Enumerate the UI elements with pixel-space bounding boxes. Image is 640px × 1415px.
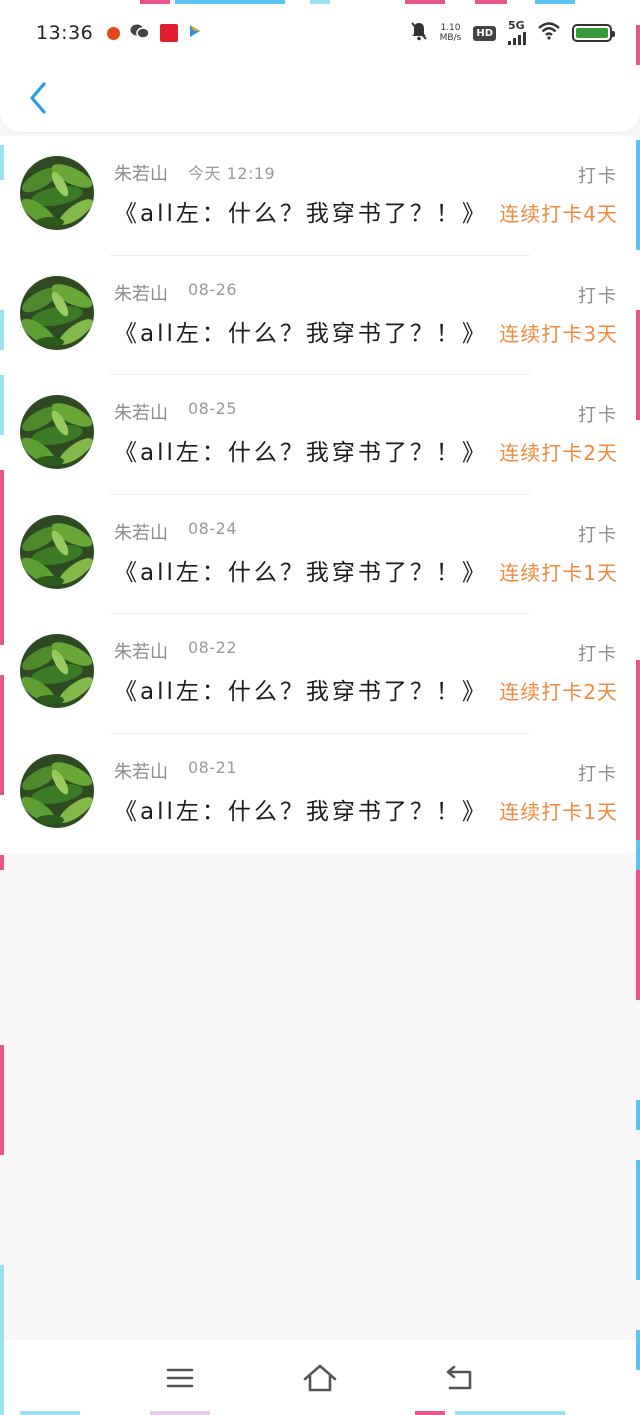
item-type: 打卡 [578, 166, 618, 187]
system-nav-bar [0, 1340, 640, 1415]
item-meta: 朱若山 08-21 [114, 758, 237, 784]
book-title[interactable]: 《all左：什么？我穿书了？！》 [114, 314, 488, 348]
avatar[interactable] [20, 634, 94, 708]
home-button[interactable] [290, 1348, 350, 1408]
app-icon [160, 24, 179, 42]
streak-label: 连续打卡2天 [499, 680, 618, 704]
wechat-icon [130, 23, 151, 43]
battery-icon [572, 24, 615, 42]
post-date: 08-24 [188, 518, 237, 538]
item-type: 打卡 [578, 285, 618, 307]
net-speed: 1.10 MB/s [440, 23, 462, 43]
item-type: 打卡 [578, 524, 618, 546]
user-name[interactable]: 朱若山 [114, 280, 168, 306]
item-type: 打卡 [578, 763, 618, 785]
checkin-list: 朱若山 今天 12:19 《all左：什么？我穿书了？！》 打卡 连续打卡4天 … [0, 136, 640, 853]
avatar[interactable] [20, 395, 94, 469]
item-meta: 朱若山 08-24 [114, 519, 237, 545]
home-icon [303, 1364, 337, 1391]
clock: 13:36 [36, 22, 94, 44]
mute-bell-icon [410, 21, 428, 45]
signal-bars-icon [508, 31, 526, 45]
avatar[interactable] [20, 156, 94, 230]
book-title[interactable]: 《all左：什么？我穿书了？！》 [114, 194, 488, 228]
status-bar: 13:36 1.10 MB/s HD 5G [0, 0, 640, 66]
book-title[interactable]: 《all左：什么？我穿书了？！》 [114, 672, 488, 706]
book-title[interactable]: 《all左：什么？我穿书了？！》 [114, 792, 488, 826]
list-item[interactable]: 朱若山 今天 12:19 《all左：什么？我穿书了？！》 打卡 连续打卡4天 [0, 136, 640, 256]
list-item[interactable]: 朱若山 08-22 《all左：什么？我穿书了？！》 打卡 连续打卡2天 [0, 614, 640, 734]
item-type: 打卡 [578, 405, 618, 426]
status-bar-right: 1.10 MB/s HD 5G [410, 19, 615, 45]
post-date: 08-22 [188, 638, 237, 657]
avatar[interactable] [20, 753, 94, 828]
post-date: 今天 12:19 [188, 164, 276, 183]
user-name[interactable]: 朱若山 [114, 638, 168, 664]
avatar[interactable] [20, 514, 94, 589]
book-title[interactable]: 《all左：什么？我穿书了？！》 [114, 553, 488, 587]
streak-label: 连续打卡3天 [499, 321, 618, 346]
status-bar-left: 13:36 [36, 22, 202, 44]
wifi-icon [538, 22, 560, 44]
avatar[interactable] [20, 275, 94, 350]
chevron-left-icon [30, 82, 46, 114]
user-name[interactable]: 朱若山 [114, 519, 168, 545]
list-item[interactable]: 朱若山 08-26 《all左：什么？我穿书了？！》 打卡 连续打卡3天 [0, 256, 640, 376]
list-item[interactable]: 朱若山 08-21 《all左：什么？我穿书了？！》 打卡 连续打卡1天 [0, 734, 640, 854]
signal-label: 5G [508, 19, 525, 32]
top-app-bar [0, 66, 640, 132]
post-date: 08-26 [188, 279, 237, 299]
user-name[interactable]: 朱若山 [114, 758, 168, 784]
streak-label: 连续打卡1天 [499, 799, 618, 824]
back-button[interactable] [18, 76, 58, 120]
weather-icon [107, 26, 121, 40]
app-icon-2 [188, 23, 202, 43]
item-type: 打卡 [578, 644, 618, 665]
item-meta: 朱若山 08-25 [114, 399, 237, 425]
user-name[interactable]: 朱若山 [114, 399, 168, 425]
item-meta: 朱若山 今天 12:19 [114, 160, 275, 186]
list-item[interactable]: 朱若山 08-25 《all左：什么？我穿书了？！》 打卡 连续打卡2天 [0, 375, 640, 495]
post-date: 08-25 [188, 399, 237, 418]
book-title[interactable]: 《all左：什么？我穿书了？！》 [114, 433, 488, 467]
streak-label: 连续打卡2天 [499, 441, 618, 465]
item-meta: 朱若山 08-22 [114, 638, 237, 664]
post-date: 08-21 [188, 757, 237, 777]
list-item[interactable]: 朱若山 08-24 《all左：什么？我穿书了？！》 打卡 连续打卡1天 [0, 495, 640, 615]
back-nav-button[interactable] [430, 1348, 490, 1408]
item-meta: 朱若山 08-26 [114, 280, 237, 306]
menu-icon [166, 1368, 194, 1387]
signal: 5G [508, 19, 526, 45]
net-speed-value: 1.10 [440, 23, 461, 33]
streak-label: 连续打卡4天 [499, 202, 618, 226]
user-name[interactable]: 朱若山 [114, 160, 168, 186]
back-icon [446, 1365, 472, 1389]
streak-label: 连续打卡1天 [499, 560, 618, 585]
menu-button[interactable] [150, 1348, 210, 1408]
hd-badge: HD [473, 25, 496, 41]
net-speed-unit: MB/s [439, 33, 462, 43]
